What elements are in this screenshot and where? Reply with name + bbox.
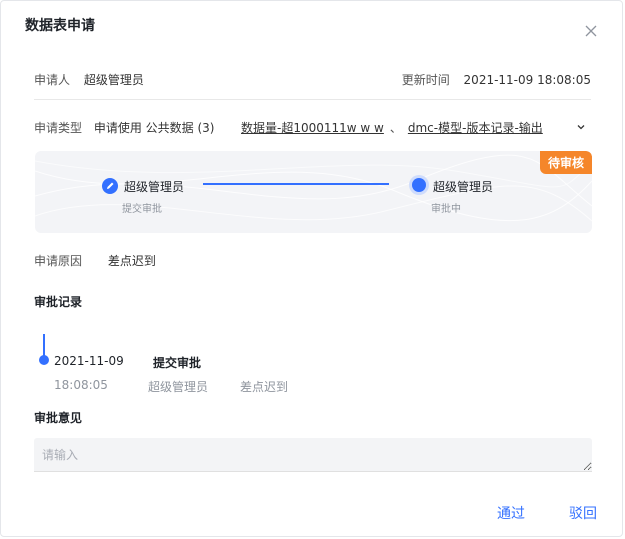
record-user: 超级管理员: [148, 380, 209, 394]
table-separator: 、: [389, 121, 402, 135]
flow-step-status: 审批中: [431, 204, 461, 215]
chevron-down-icon[interactable]: [576, 122, 586, 132]
apply-type-value: 申请使用 公共数据 (3): [93, 121, 215, 135]
records-title: 审批记录: [34, 295, 83, 309]
timeline-dot: [39, 355, 49, 365]
decorative-waves: [35, 154, 592, 222]
updated-time-label: 更新时间: [401, 73, 450, 87]
record-date: 2021-11-09: [54, 354, 124, 368]
reason-row: 申请原因 差点迟到: [34, 252, 156, 269]
opinion-title: 审批意见: [34, 411, 83, 425]
flow-step-status: 提交审批: [122, 204, 162, 215]
flow-connector: [203, 183, 389, 185]
updated-time-value: 2021-11-09 18:08:05: [463, 73, 591, 87]
pencil-icon: [102, 178, 118, 194]
reason-label: 申请原因: [34, 254, 83, 268]
opinion-input[interactable]: [34, 438, 592, 472]
reject-button[interactable]: 驳回: [569, 503, 597, 523]
record-reason: 差点迟到: [240, 380, 289, 394]
status-badge: 待审核: [539, 151, 592, 174]
applicant-value: 超级管理员: [83, 73, 144, 87]
divider: [34, 99, 591, 100]
close-icon[interactable]: [583, 23, 599, 39]
table-links: 数据量-超1000111w w w 、 dmc-模型-版本记录-输出: [241, 119, 543, 136]
approve-button[interactable]: 通过: [497, 503, 525, 523]
dialog-title: 数据表申请: [25, 18, 95, 34]
approval-flow-panel: 待审核 超级管理员 提交审批 超级管理员 审批中: [35, 151, 592, 233]
applicant-label: 申请人: [34, 73, 71, 87]
table-link[interactable]: dmc-模型-版本记录-输出: [408, 121, 543, 135]
updated-time-row: 更新时间 2021-11-09 18:08:05: [402, 71, 591, 88]
flow-step-name: 超级管理员: [433, 180, 494, 194]
reason-value: 差点迟到: [107, 254, 156, 268]
flow-step-name: 超级管理员: [124, 180, 185, 194]
record-time: 18:08:05: [54, 378, 108, 392]
applicant-row: 申请人 超级管理员: [34, 71, 144, 88]
application-dialog: 数据表申请 申请人 超级管理员 更新时间 2021-11-09 18:08:05…: [0, 0, 623, 537]
apply-type-label: 申请类型: [34, 121, 83, 135]
record-action: 提交审批: [153, 356, 202, 370]
table-link[interactable]: 数据量-超1000111w w w: [241, 121, 384, 135]
active-dot-icon: [409, 175, 429, 195]
apply-type-row: 申请类型 申请使用 公共数据 (3) 数据量-超1000111w w w 、 dmc…: [34, 119, 594, 137]
